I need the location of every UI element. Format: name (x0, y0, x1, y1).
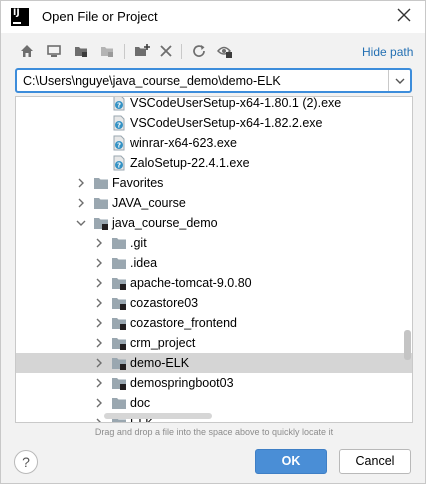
project-folder-icon (111, 275, 127, 291)
tree-row-label: doc (130, 396, 151, 410)
tree-row[interactable]: ? winrar-x64-623.exe (16, 133, 412, 153)
desktop-icon[interactable] (44, 41, 64, 61)
path-field[interactable] (15, 68, 412, 93)
dialog-title: Open File or Project (42, 9, 158, 24)
tree-row-label: crm_project (130, 336, 196, 350)
project-folder-icon[interactable] (71, 41, 91, 61)
chevron-right-icon[interactable] (94, 257, 104, 269)
chevron-right-icon[interactable] (94, 277, 104, 289)
folder-icon (93, 195, 109, 211)
hide-path-link[interactable]: Hide path (362, 45, 413, 59)
tree-row[interactable]: crm_project (16, 333, 412, 353)
module-folder-icon[interactable] (97, 41, 117, 61)
show-hidden-icon[interactable] (215, 41, 235, 61)
tree-row[interactable]: doc (16, 393, 412, 413)
path-input[interactable] (23, 73, 393, 89)
toolbar-separator (124, 44, 125, 59)
tree-row-label: .idea (130, 256, 158, 270)
project-folder-icon (111, 315, 127, 331)
tree-row[interactable]: cozastore_frontend (16, 313, 412, 333)
tree-row-label: ZaloSetup-22.4.1.exe (130, 156, 250, 170)
tree-row-label: apache-tomcat-9.0.80 (130, 276, 252, 290)
tree-row[interactable]: ? VSCodeUserSetup-x64-1.80.1 (2).exe (16, 96, 412, 113)
tree-row-label: demo-ELK (130, 356, 190, 370)
folder-icon (111, 395, 127, 411)
title-bar: IJ Open File or Project (1, 1, 425, 33)
open-file-dialog: IJ Open File or Project Hide path C:\Use… (0, 0, 426, 484)
tree-row[interactable]: .idea (16, 253, 412, 273)
new-folder-icon[interactable] (132, 41, 152, 61)
project-folder-icon (93, 215, 109, 231)
chevron-right-icon[interactable] (94, 337, 104, 349)
svg-text:?: ? (117, 142, 121, 150)
chevron-right-icon[interactable] (94, 237, 104, 249)
chevron-right-icon[interactable] (94, 417, 104, 422)
tree-row-label: demospringboot03 (130, 376, 234, 390)
project-folder-icon (111, 295, 127, 311)
tree-row-label: VSCodeUserSetup-x64-1.82.2.exe (130, 116, 323, 130)
tree-row-label: cozastore03 (130, 296, 199, 310)
toolbar-separator (181, 44, 182, 59)
refresh-icon[interactable] (189, 41, 209, 61)
folder-icon (111, 255, 127, 271)
tree-row-label: VSCodeUserSetup-x64-1.80.1 (2).exe (130, 96, 342, 110)
help-button[interactable]: ? (14, 450, 38, 474)
svg-text:?: ? (117, 102, 121, 110)
tree-row[interactable]: apache-tomcat-9.0.80 (16, 273, 412, 293)
tree-row[interactable]: Favorites (16, 173, 412, 193)
project-folder-icon (111, 375, 127, 391)
project-folder-icon (111, 335, 127, 351)
tree-row-label: .git (130, 236, 147, 250)
tree-row[interactable]: .git (16, 233, 412, 253)
tree-row[interactable]: ? VSCodeUserSetup-x64-1.82.2.exe (16, 113, 412, 133)
tree-row[interactable]: ELK (16, 413, 412, 422)
unknown-file-icon: ? (111, 97, 127, 111)
chevron-right-icon[interactable] (76, 197, 86, 209)
home-icon[interactable] (17, 41, 37, 61)
tree-row-label: java_course_demo (112, 216, 218, 230)
unknown-file-icon: ? (111, 155, 127, 171)
ok-button[interactable]: OK (255, 449, 327, 474)
chevron-right-icon[interactable] (94, 297, 104, 309)
app-icon-text: IJ (13, 8, 20, 18)
intellij-logo-icon: IJ (11, 8, 29, 26)
tree-row-label: winrar-x64-623.exe (130, 136, 237, 150)
svg-text:?: ? (117, 162, 121, 170)
delete-icon[interactable] (156, 41, 176, 61)
vertical-scrollbar[interactable] (404, 330, 411, 360)
file-tree[interactable]: ? VSCodeUserSetup-x64-1.80.1 (2).exe? VSCo… (15, 96, 413, 423)
svg-text:?: ? (117, 122, 121, 130)
folder-icon (111, 235, 127, 251)
tree-row[interactable]: java_course_demo (16, 213, 412, 233)
unknown-file-icon: ? (111, 135, 127, 151)
chevron-right-icon[interactable] (76, 177, 86, 189)
chevron-right-icon[interactable] (94, 377, 104, 389)
close-icon[interactable] (393, 5, 415, 27)
tree-row[interactable]: ? ZaloSetup-22.4.1.exe (16, 153, 412, 173)
folder-icon (93, 175, 109, 191)
horizontal-scrollbar[interactable] (104, 413, 212, 419)
chevron-right-icon[interactable] (94, 397, 104, 409)
tree-row-label: Favorites (112, 176, 164, 190)
tree-row[interactable]: demo-ELK (16, 353, 412, 373)
drag-drop-hint: Drag and drop a file into the space abov… (94, 427, 334, 437)
chevron-right-icon[interactable] (94, 357, 104, 369)
chevron-down-icon[interactable] (76, 217, 86, 229)
tree-row-label: JAVA_course (112, 196, 186, 210)
cancel-button[interactable]: Cancel (339, 449, 411, 474)
tree-row[interactable]: cozastore03 (16, 293, 412, 313)
chevron-right-icon[interactable] (94, 317, 104, 329)
tree-row[interactable]: JAVA_course (16, 193, 412, 213)
toolbar (17, 41, 297, 63)
unknown-file-icon: ? (111, 115, 127, 131)
chevron-down-icon[interactable] (388, 70, 410, 91)
tree-row[interactable]: demospringboot03 (16, 373, 412, 393)
tree-row-label: cozastore_frontend (130, 316, 238, 330)
project-folder-icon (111, 355, 127, 371)
